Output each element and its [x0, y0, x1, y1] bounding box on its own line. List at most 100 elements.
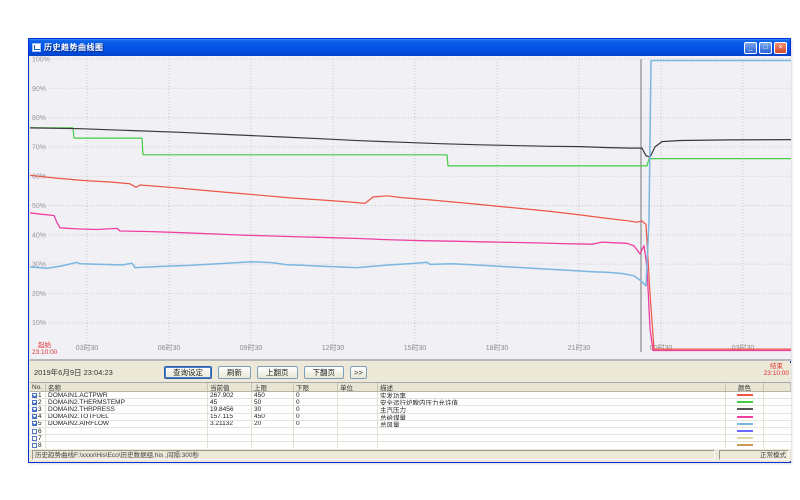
table-row[interactable]: 3DOMAIN2.THRPRESS19.8456300主汽压力	[30, 406, 791, 413]
row-unit	[338, 428, 378, 434]
row-current-value	[208, 435, 252, 441]
x-axis-label: 15时30	[404, 343, 427, 352]
col-color: 颜色	[726, 383, 764, 391]
row-tag-name: DOMAIN2.AIRFLOW	[46, 421, 208, 427]
col-no: No.	[30, 383, 46, 391]
table-row[interactable]: 7	[30, 435, 791, 442]
row-filler	[764, 399, 791, 405]
table-row[interactable]: 1DOMAIN1.ACTPWR267.9024500实发功率	[30, 392, 791, 399]
page-up-button[interactable]: 上翻页	[257, 366, 298, 379]
status-bar: 历史趋势曲线F:\xxxx\His\Eco\历史数据组.his ,间隔:300秒…	[30, 448, 791, 461]
series-DOMAIN2.THRPRESS	[30, 128, 791, 157]
y-axis-label: 20%	[32, 291, 46, 298]
y-axis-label: 80%	[32, 115, 46, 122]
col-value: 当前值	[208, 383, 252, 391]
close-button[interactable]: ×	[774, 42, 787, 54]
row-color-swatch	[737, 408, 753, 410]
row-lower-limit: 0	[294, 399, 338, 405]
row-unit	[338, 435, 378, 441]
table-row[interactable]: 5DOMAIN2.AIRFLOW3.21132200总风量	[30, 421, 791, 428]
row-color-swatch	[737, 394, 753, 396]
status-mode: 正常模式	[719, 450, 789, 460]
trend-chart[interactable]: 100%90%80%70%60%50%40%30%20%10%03时3006时3…	[30, 56, 791, 361]
history-trend-window: 历史趋势曲线图 _ □ × 100%90%80%70%60%50%40%30%2…	[28, 38, 791, 463]
row-unit	[338, 392, 378, 398]
row-checkbox[interactable]	[32, 429, 37, 434]
row-color-swatch	[737, 430, 753, 432]
row-filler	[764, 428, 791, 434]
toolbar: 2019年6月9日 23:04:23 查询设定 刷新 上翻页 下翻页 >> 结束…	[30, 363, 791, 382]
row-lower-limit	[294, 435, 338, 441]
row-filler	[764, 392, 791, 398]
row-unit	[338, 421, 378, 427]
row-checkbox[interactable]	[32, 393, 37, 398]
row-current-value: 19.8456	[208, 406, 252, 412]
row-lower-limit: 0	[294, 392, 338, 398]
row-current-value	[208, 428, 252, 434]
more-button[interactable]: >>	[350, 366, 367, 379]
page-down-button[interactable]: 下翻页	[304, 366, 345, 379]
table-row[interactable]: 4DOMAIN2.TOTFUEL157.1154500总给煤量	[30, 414, 791, 421]
row-color	[726, 428, 764, 434]
row-checkbox[interactable]	[32, 436, 37, 441]
row-filler	[764, 406, 791, 412]
row-no: 2	[30, 399, 46, 405]
row-lower-limit	[294, 428, 338, 434]
table-row[interactable]: 2DOMAIN2.THERMSTEMP45500安全运行炉膛内压力允许值	[30, 399, 791, 406]
row-no: 3	[30, 406, 46, 412]
row-color-swatch	[737, 423, 753, 425]
row-filler	[764, 435, 791, 441]
row-color	[726, 392, 764, 398]
refresh-button[interactable]: 刷新	[218, 366, 251, 379]
row-description: 总风量	[378, 421, 726, 427]
trend-chart-canvas: 100%90%80%70%60%50%40%30%20%10%03时3006时3…	[30, 56, 791, 359]
row-no: 5	[30, 421, 46, 427]
row-description: 安全运行炉膛内压力允许值	[378, 399, 726, 405]
row-checkbox[interactable]	[32, 400, 37, 405]
table-row[interactable]: 6	[30, 428, 791, 435]
row-unit	[338, 406, 378, 412]
row-description: 主汽压力	[378, 406, 726, 412]
row-color	[726, 414, 764, 420]
maximize-button[interactable]: □	[759, 42, 772, 54]
series-DOMAIN2.AIRFLOW	[30, 61, 791, 287]
row-unit	[338, 414, 378, 420]
y-axis-label: 10%	[32, 320, 46, 327]
row-tag-name	[46, 435, 208, 441]
row-checkbox[interactable]	[32, 421, 37, 426]
row-tag-name: DOMAIN2.THERMSTEMP	[46, 399, 208, 405]
y-axis-label: 40%	[32, 232, 46, 239]
query-settings-button[interactable]: 查询设定	[164, 366, 212, 379]
y-axis-label: 90%	[32, 86, 46, 93]
title-bar[interactable]: 历史趋势曲线图 _ □ ×	[29, 39, 790, 56]
x-axis-label: 03时30	[76, 343, 99, 352]
row-current-value: 157.115	[208, 414, 252, 420]
row-upper-limit: 20	[252, 421, 294, 427]
x-axis-label: 21时30	[568, 343, 591, 352]
row-no: 7	[30, 435, 46, 441]
row-color-swatch	[737, 416, 753, 418]
row-lower-limit: 0	[294, 414, 338, 420]
x-axis-label: 09时30	[240, 343, 263, 352]
y-axis-label: 100%	[32, 57, 50, 64]
row-no: 4	[30, 414, 46, 420]
row-color	[726, 435, 764, 441]
col-desc: 描述	[378, 383, 726, 391]
row-description: 总给煤量	[378, 414, 726, 420]
end-time-marker: 结束 23:10:00	[764, 364, 789, 377]
y-axis-label: 70%	[32, 144, 46, 151]
row-checkbox[interactable]	[32, 407, 37, 412]
col-lo: 下限	[294, 383, 338, 391]
minimize-button[interactable]: _	[744, 42, 757, 54]
row-filler	[764, 421, 791, 427]
window-title: 历史趋势曲线图	[44, 42, 742, 53]
row-upper-limit: 450	[252, 414, 294, 420]
row-upper-limit	[252, 428, 294, 434]
row-color-swatch	[737, 401, 753, 403]
row-checkbox[interactable]	[32, 414, 37, 419]
row-color-swatch	[737, 444, 753, 446]
x-axis-label: 06时30	[158, 343, 181, 352]
row-current-value: 45	[208, 399, 252, 405]
row-color	[726, 406, 764, 412]
status-file-info: 历史趋势曲线F:\xxxx\His\Eco\历史数据组.his ,间隔:300秒	[32, 450, 715, 460]
